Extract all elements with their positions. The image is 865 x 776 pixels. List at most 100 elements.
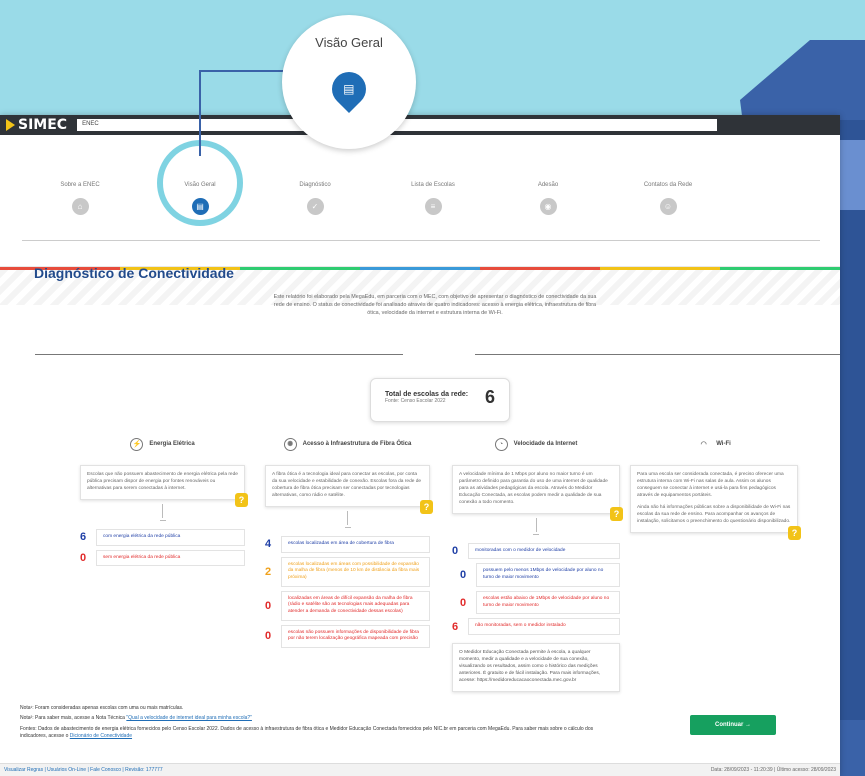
wifi-header: ◠ Wi-Fi bbox=[630, 435, 798, 453]
eye-icon: ◉ bbox=[539, 198, 557, 215]
fontes-note: Fontes: Dados de abastecimento de energi… bbox=[20, 726, 600, 740]
energia-header: ⚡ Energia Elétrica bbox=[80, 435, 245, 453]
row-count: 0 bbox=[265, 630, 272, 643]
document-pin-icon: ▤ bbox=[324, 64, 374, 114]
people-icon: ☺ bbox=[659, 198, 677, 215]
step-contatos[interactable]: Contatos da Rede ☺ bbox=[623, 175, 713, 215]
dicionario-link[interactable]: Dicionário de Conectividade bbox=[70, 733, 132, 739]
nota-tecnica-link[interactable]: "Qual a velocidade de internet ideal par… bbox=[126, 715, 252, 721]
step-lista-escolas[interactable]: Lista de Escolas ≡ bbox=[388, 175, 478, 215]
energia-column: ⚡ Energia Elétrica Escolas que não possue… bbox=[80, 435, 248, 567]
row-count: 6 bbox=[80, 531, 87, 544]
simec-logo[interactable]: SIMEC bbox=[6, 117, 67, 133]
fibra-row: 4 escolas localizadas em área de cobertur… bbox=[265, 535, 430, 553]
note-1: Nota¹: Foram consideradas apenas escolas… bbox=[20, 705, 184, 711]
step-label: Lista de Escolas bbox=[411, 182, 455, 188]
row-count: 6 bbox=[452, 620, 459, 633]
velocidade-column: ◔ Velocidade da Internet A velocidade mín… bbox=[452, 435, 623, 692]
help-icon[interactable]: ? bbox=[610, 506, 623, 521]
row-text: monitoradas com o medidor de velocidade bbox=[468, 542, 620, 560]
medidor-info: O Medidor Educação Conectada permite à e… bbox=[452, 642, 620, 692]
row-text: escolas estão abaixo de 1Mbps de velocid… bbox=[476, 590, 620, 615]
row-text: localizadas em áreas de difícil expansão… bbox=[281, 590, 430, 621]
divider-right bbox=[475, 354, 840, 355]
help-icon[interactable]: ? bbox=[788, 525, 801, 540]
connector-tick bbox=[533, 532, 539, 535]
footer: Visualizar Regras | Usuários On-Line | F… bbox=[0, 763, 840, 776]
help-icon[interactable]: ? bbox=[235, 492, 248, 507]
row-text: não monitoradas, sem o medidor instalado bbox=[468, 618, 620, 635]
fibra-title: Acesso à Infraestrutura de Fibra Ótica bbox=[302, 441, 412, 447]
step-label: Sobre a ENEC bbox=[60, 182, 100, 188]
step-adesao[interactable]: Adesão ◉ bbox=[503, 175, 593, 215]
row-text: escolas localizadas em área de cobertura… bbox=[281, 535, 430, 553]
intro-text: Este relatório foi elaborado pela MegaEd… bbox=[273, 294, 597, 317]
check-icon: ✓ bbox=[306, 198, 324, 215]
wifi-column: ◠ Wi-Fi Para uma escola ser considerada c… bbox=[630, 435, 801, 540]
connector bbox=[162, 503, 163, 518]
row-text: sem energia elétrica da rede pública bbox=[96, 549, 245, 567]
row-count: 2 bbox=[265, 565, 272, 578]
fiber-icon: ✺ bbox=[283, 437, 297, 451]
callout-label: Visão Geral bbox=[315, 35, 383, 50]
fibra-row: 0 localizadas em áreas de difícil expansã… bbox=[265, 590, 430, 621]
wifi-desc-2: Ainda não há informações públicas sobre … bbox=[637, 504, 791, 524]
list-icon: ≡ bbox=[424, 198, 442, 215]
top-bar: SIMEC ENEC bbox=[0, 115, 840, 135]
home-icon: ⌂ bbox=[71, 198, 89, 215]
row-count: 0 bbox=[460, 569, 467, 582]
energia-row: 0 sem energia elétrica da rede pública bbox=[80, 549, 245, 567]
wifi-title: Wi-Fi bbox=[716, 441, 731, 447]
velocidade-row: 0 possuem pelo menos 1Mbps de velocidade … bbox=[460, 563, 620, 587]
energia-desc-text: Escolas que não possuem abastecimento de… bbox=[87, 472, 238, 491]
note-2-text: Nota²: Para saber mais, acesse a Nota Té… bbox=[20, 715, 125, 721]
row-count: 0 bbox=[452, 545, 459, 558]
energia-title: Energia Elétrica bbox=[149, 441, 195, 447]
wifi-desc-1: Para uma escola ser considerada conectad… bbox=[637, 472, 784, 498]
help-icon[interactable]: ? bbox=[420, 499, 433, 514]
logo-text: SIMEC bbox=[18, 117, 68, 133]
steps-line bbox=[22, 240, 820, 241]
app-window: SIMEC ENEC Sobre a ENEC ⌂ Visão Geral ▤ … bbox=[0, 115, 840, 776]
fibra-description: A fibra ótica é a tecnologia ideal para … bbox=[265, 465, 433, 514]
step-label: Adesão bbox=[537, 182, 559, 188]
connector bbox=[347, 510, 348, 525]
step-diagnostico[interactable]: Diagnóstico ✓ bbox=[270, 175, 360, 215]
continue-button[interactable]: Continuar → bbox=[690, 715, 776, 735]
velocidade-row: 0 monitoradas com o medidor de velocidade bbox=[452, 542, 620, 560]
page-title: Diagnóstico de Conectividade bbox=[34, 265, 234, 281]
visao-geral-callout: Visão Geral ▤ bbox=[282, 15, 416, 149]
step-sobre[interactable]: Sobre a ENEC ⌂ bbox=[35, 175, 125, 215]
row-text: possuem pelo menos 1Mbps de velocidade p… bbox=[476, 563, 620, 587]
step-label: Contatos da Rede bbox=[643, 182, 693, 188]
callout-connector-vertical bbox=[199, 70, 201, 156]
total-schools-box: Total de escolas da rede: Fonte: Censo E… bbox=[370, 378, 510, 422]
energia-row: 6 com energia elétrica da rede pública bbox=[80, 528, 245, 546]
divider-left bbox=[35, 354, 403, 355]
wizard-steps: Sobre a ENEC ⌂ Visão Geral ▤ Diagnóstico… bbox=[0, 175, 840, 267]
row-count: 4 bbox=[265, 538, 272, 551]
connector-tick bbox=[344, 525, 351, 528]
row-count: 0 bbox=[460, 596, 467, 609]
footer-links[interactable]: Visualizar Regras | Usuários On-Line | F… bbox=[4, 767, 163, 773]
velocidade-desc-text: A velocidade mínima de 1 Mbps por aluno … bbox=[459, 472, 608, 505]
fibra-column: ✺ Acesso à Infraestrutura de Fibra Ótica … bbox=[265, 435, 433, 649]
note-2: Nota²: Para saber mais, acesse a Nota Té… bbox=[20, 715, 252, 721]
velocidade-row: 6 não monitoradas, sem o medidor instalad… bbox=[452, 618, 620, 635]
row-text: escolas localizadas em áreas com possibi… bbox=[281, 556, 430, 587]
speedometer-icon: ◔ bbox=[494, 437, 508, 451]
energy-icon: ⚡ bbox=[130, 437, 144, 451]
connector-tick bbox=[159, 518, 166, 521]
velocidade-title: Velocidade da Internet bbox=[513, 441, 578, 447]
row-text: com energia elétrica da rede pública bbox=[96, 528, 245, 546]
total-value: 6 bbox=[484, 387, 495, 407]
velocidade-description: A velocidade mínima de 1 Mbps por aluno … bbox=[452, 465, 623, 521]
background-top bbox=[0, 0, 865, 115]
row-count: 0 bbox=[80, 551, 87, 564]
velocidade-header: ◔ Velocidade da Internet bbox=[452, 435, 620, 453]
fibra-header: ✺ Acesso à Infraestrutura de Fibra Ótica bbox=[265, 435, 430, 453]
wifi-icon: ◠ bbox=[700, 441, 707, 448]
row-count: 0 bbox=[265, 599, 272, 612]
fibra-desc-text: A fibra ótica é a tecnologia ideal para … bbox=[272, 472, 422, 498]
wifi-description: Para uma escola ser considerada conectad… bbox=[630, 465, 801, 540]
